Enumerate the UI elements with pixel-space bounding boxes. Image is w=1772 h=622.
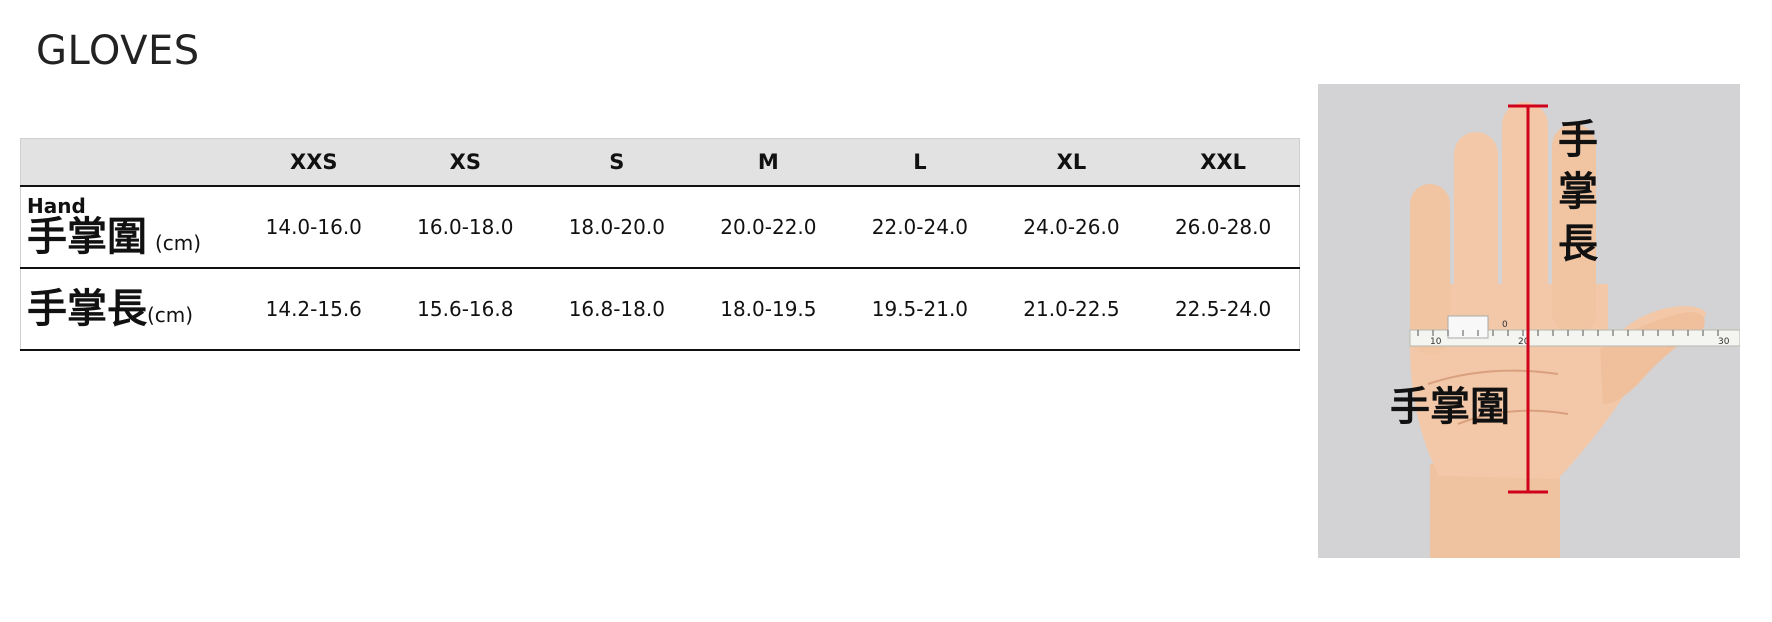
size-header-xxl: XXL xyxy=(1147,138,1301,187)
table-cell: 24.0-26.0 xyxy=(995,186,1148,269)
tape-number: 30 xyxy=(1718,337,1730,347)
header-empty-cell xyxy=(20,138,238,187)
row-label: Hand 手掌圍 (cm) xyxy=(20,186,238,269)
finger-ring xyxy=(1454,132,1498,332)
table-cell: 26.0-28.0 xyxy=(1147,186,1301,269)
table-cell: 16.8-18.0 xyxy=(541,268,693,351)
finger-middle xyxy=(1502,102,1548,332)
glove-size-table: XXS XS S M L XL XXL Hand 手掌圍 (cm) 14.0-16… xyxy=(20,138,1301,351)
table-cell: 19.5-21.0 xyxy=(844,268,996,351)
table-cell: 14.0-16.0 xyxy=(238,186,390,269)
palm-circumference-label: 手掌圍 xyxy=(1390,384,1510,430)
row-label-chinese: 手掌圍 xyxy=(27,214,147,260)
size-header-l: L xyxy=(844,138,996,187)
row-label-unit: (cm) xyxy=(147,303,194,327)
tape-ticks xyxy=(1417,330,1719,336)
size-header-xxs: XXS xyxy=(238,138,390,187)
finger-thumb xyxy=(1600,312,1705,404)
row-label-english: Hand xyxy=(27,194,86,218)
size-header-m: M xyxy=(692,138,845,187)
table-cell: 22.0-24.0 xyxy=(844,186,996,269)
page-title: GLOVES xyxy=(36,28,200,74)
size-header-xs: XS xyxy=(389,138,542,187)
finger-pinky xyxy=(1410,184,1450,354)
row-label-chinese: 手掌長 xyxy=(27,286,147,332)
size-header-s: S xyxy=(541,138,693,187)
row-label: 手掌長(cm) xyxy=(20,268,238,351)
tape-clip xyxy=(1447,315,1489,339)
table-row-palm-length: 手掌長(cm) 14.2-15.6 15.6-16.8 16.8-18.0 18… xyxy=(20,268,1301,351)
table-cell: 20.0-22.0 xyxy=(692,186,845,269)
table-cell: 22.5-24.0 xyxy=(1147,268,1301,351)
table-cell: 18.0-20.0 xyxy=(541,186,693,269)
size-header-xl: XL xyxy=(995,138,1148,187)
table-row-palm-circumference: Hand 手掌圍 (cm) 14.0-16.0 16.0-18.0 18.0-20… xyxy=(20,186,1301,269)
palm-length-label: 手掌長 xyxy=(1558,117,1598,267)
tape-number: 10 xyxy=(1430,337,1442,347)
size-header-row: XXS XS S M L XL XXL xyxy=(20,138,1301,187)
hand-measurement-photo: 0 10 20 30 手掌長 手掌圍 xyxy=(1318,84,1740,558)
table-cell: 15.6-16.8 xyxy=(389,268,542,351)
row-label-unit: (cm) xyxy=(155,231,202,255)
hand-illustration: 0 10 20 30 xyxy=(1409,102,1740,558)
table-cell: 21.0-22.5 xyxy=(995,268,1148,351)
table-cell: 14.2-15.6 xyxy=(238,268,390,351)
table-cell: 18.0-19.5 xyxy=(692,268,845,351)
table-cell: 16.0-18.0 xyxy=(389,186,542,269)
tape-number: 0 xyxy=(1502,320,1508,330)
